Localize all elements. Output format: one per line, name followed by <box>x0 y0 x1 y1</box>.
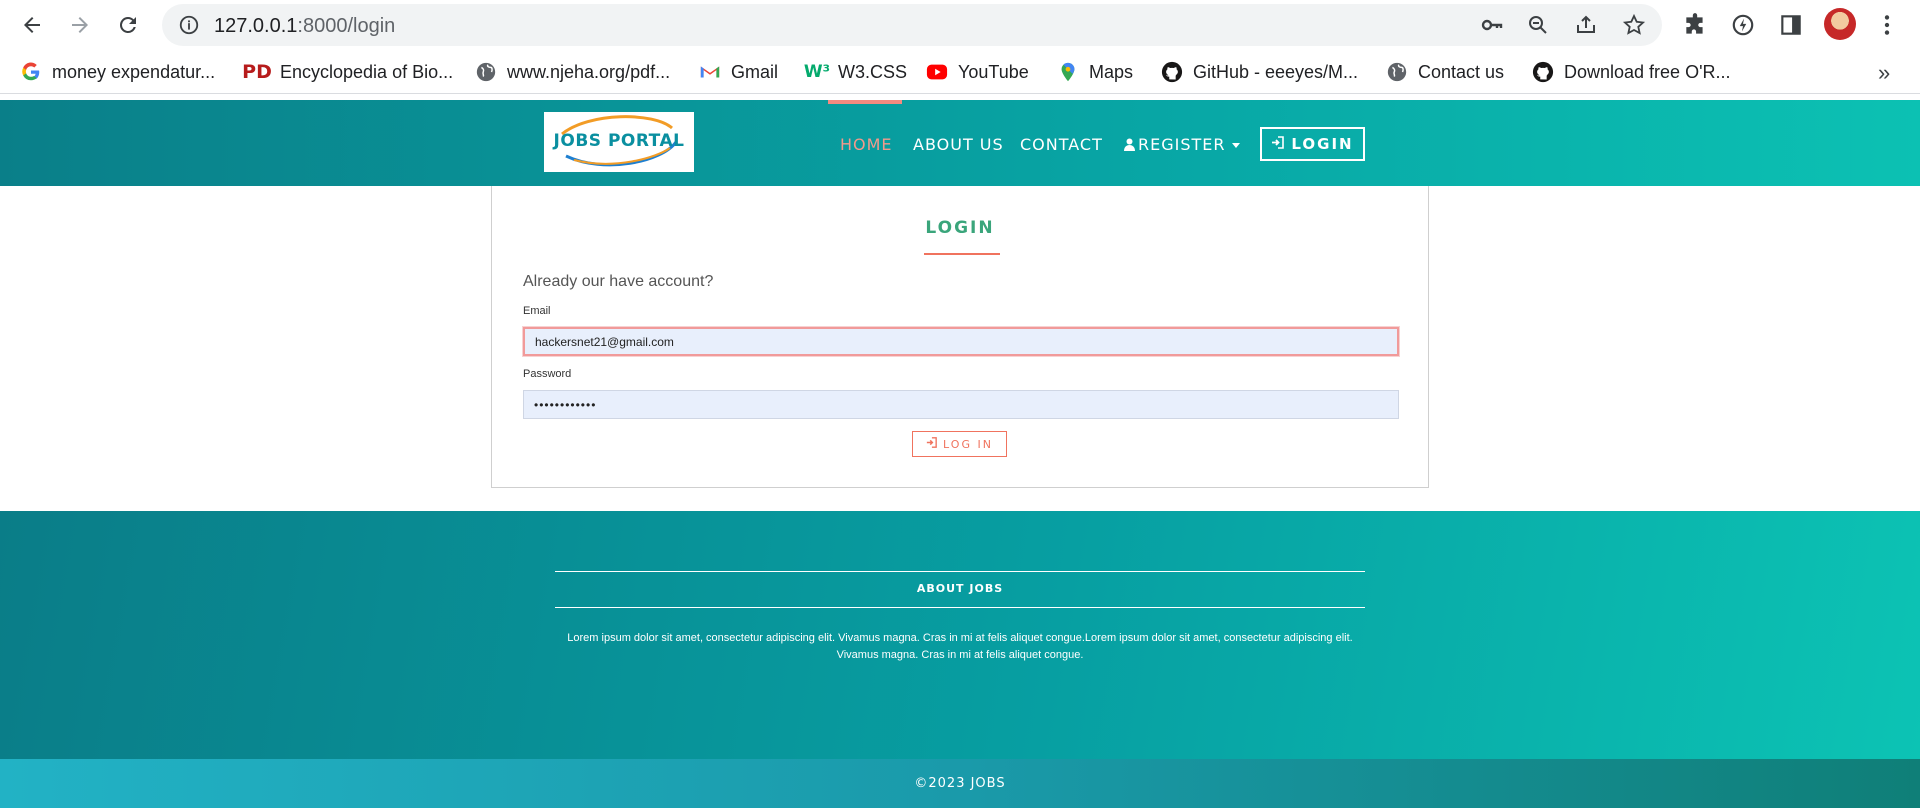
browser-toolbar: 127.0.0.1:8000/login <box>0 0 1920 50</box>
performance-icon[interactable] <box>1730 12 1756 38</box>
caret-down-icon <box>1231 143 1240 148</box>
bookmark-item[interactable]: GitHub - eeeyes/M... <box>1161 59 1358 85</box>
github-icon <box>1161 61 1183 83</box>
nav-about-us[interactable]: ABOUT US <box>913 135 1004 154</box>
header-login-button[interactable]: LOGIN <box>1260 127 1365 161</box>
nav-home[interactable]: HOME <box>840 135 893 154</box>
reload-icon <box>119 16 136 33</box>
site-logo[interactable]: JOBS PORTAL <box>544 112 694 172</box>
log-in-button[interactable]: LOG IN <box>912 431 1007 457</box>
user-icon <box>1124 136 1135 155</box>
site-footer: ABOUT JOBS Lorem ipsum dolor sit amet, c… <box>0 511 1920 759</box>
login-subtitle: Already our have account? <box>523 273 714 290</box>
site-header: JOBS PORTAL HOME ABOUT US CONTACT REGIST… <box>0 100 1920 186</box>
side-panel-icon[interactable] <box>1778 12 1804 38</box>
bookmark-item[interactable]: W³ W3.CSS <box>803 59 907 85</box>
menu-dots-icon[interactable] <box>1874 12 1900 38</box>
bookmark-item[interactable]: Download free O'R... <box>1532 59 1731 85</box>
copyright-text: ©2023 JOBS <box>914 776 1006 791</box>
key-icon[interactable] <box>1480 13 1504 37</box>
bookmark-star-icon[interactable] <box>1622 13 1646 37</box>
bookmark-item[interactable]: Contact us <box>1386 59 1504 85</box>
footer-divider <box>555 571 1365 572</box>
sign-in-icon <box>1271 135 1285 153</box>
nav-contact[interactable]: CONTACT <box>1020 135 1103 154</box>
youtube-icon <box>926 61 948 83</box>
share-icon[interactable] <box>1574 13 1598 37</box>
extensions-icon[interactable] <box>1682 12 1708 38</box>
gmail-icon <box>699 61 721 83</box>
globe-icon <box>475 61 497 83</box>
bookmark-item[interactable]: PD Encyclopedia of Bio... <box>242 59 453 85</box>
back-button[interactable] <box>14 7 50 43</box>
bookmark-item[interactable]: www.njeha.org/pdf... <box>475 59 670 85</box>
reload-button[interactable] <box>110 7 146 43</box>
active-nav-indicator <box>828 100 902 104</box>
password-field[interactable] <box>523 390 1399 419</box>
url-text: 127.0.0.1:8000/login <box>214 15 396 37</box>
globe-icon <box>1386 61 1408 83</box>
forward-button[interactable] <box>62 7 98 43</box>
password-label: Password <box>523 368 572 380</box>
email-label: Email <box>523 305 551 317</box>
github-icon <box>1532 61 1554 83</box>
bookmark-item[interactable]: Gmail <box>699 59 778 85</box>
title-underline <box>924 253 1000 255</box>
email-field[interactable] <box>523 327 1399 356</box>
bookmark-item[interactable]: Maps <box>1057 59 1133 85</box>
copyright-bar: ©2023 JOBS <box>0 759 1920 808</box>
arrow-right-icon <box>72 17 88 33</box>
address-bar[interactable]: 127.0.0.1:8000/login <box>162 4 1662 46</box>
nav-register-dropdown[interactable]: REGISTER <box>1124 135 1240 155</box>
maps-icon <box>1057 61 1079 83</box>
w3-icon: W³ <box>803 62 831 82</box>
login-card: LOGIN Already our have account? Email Pa… <box>491 186 1429 488</box>
google-icon <box>20 61 42 83</box>
login-title: LOGIN <box>925 218 995 238</box>
logo-text: JOBS PORTAL <box>553 131 685 151</box>
pd-icon: PD <box>242 61 272 83</box>
footer-heading: ABOUT JOBS <box>916 582 1004 595</box>
profile-avatar[interactable] <box>1824 8 1856 40</box>
footer-divider <box>555 607 1365 608</box>
info-icon[interactable] <box>178 14 200 36</box>
bookmarks-overflow-button[interactable]: » <box>1878 60 1890 86</box>
zoom-out-icon[interactable] <box>1526 13 1550 37</box>
sign-in-icon <box>926 437 937 451</box>
footer-about-text: Lorem ipsum dolor sit amet, consectetur … <box>567 632 1353 661</box>
bookmark-item[interactable]: money expendatur... <box>20 59 215 85</box>
bookmarks-bar: money expendatur... PD Encyclopedia of B… <box>0 50 1920 94</box>
bookmark-item[interactable]: YouTube <box>926 59 1029 85</box>
arrow-left-icon <box>24 17 40 33</box>
